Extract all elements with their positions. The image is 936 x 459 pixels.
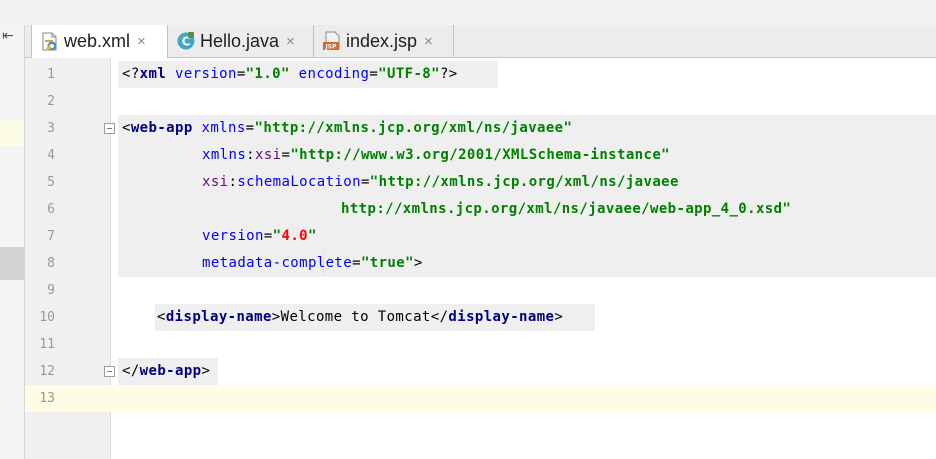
line-number: 3 [47, 121, 55, 136]
line-number: 7 [47, 229, 55, 244]
editor-tab-bar: web.xml × C Hello.java × JSP index.jsp × [25, 25, 936, 58]
title-strip [0, 0, 936, 25]
collapse-panel-icon[interactable]: ⇤ [2, 28, 14, 44]
project-panel-edge: ⇤ [0, 25, 25, 459]
xml-file-icon [40, 32, 60, 52]
tab-hello-java[interactable]: C Hello.java × [168, 25, 314, 57]
panel-highlight [0, 120, 24, 146]
code-line-10: <display-name>Welcome to Tomcat</display… [157, 309, 564, 325]
tab-label: web.xml [64, 31, 131, 51]
close-tab-icon[interactable]: × [424, 33, 433, 50]
line-number: 9 [47, 283, 55, 298]
line-number-gutter[interactable]: 1 2 3 4 5 6 7 8 9 10 11 12 13 [25, 58, 111, 459]
fold-collapse-icon[interactable] [104, 366, 115, 377]
java-class-icon: C [176, 31, 196, 51]
line-number: 2 [47, 94, 55, 109]
line-number: 13 [39, 391, 55, 406]
code-line-4: xmlns:xsi="http://www.w3.org/2001/XMLSch… [202, 147, 670, 163]
code-line-7: version="4.0" [202, 228, 317, 244]
fold-collapse-icon[interactable] [104, 123, 115, 134]
line-number: 4 [47, 148, 55, 163]
code-editor[interactable]: <?xml version="1.0" encoding="UTF-8"?> <… [104, 58, 936, 459]
tab-label: Hello.java [200, 30, 280, 51]
code-line-1: <?xml version="1.0" encoding="UTF-8"?> [122, 66, 458, 82]
close-tab-icon[interactable]: × [286, 33, 295, 50]
panel-selection[interactable] [0, 247, 24, 280]
line-number: 10 [39, 310, 55, 325]
tab-web-xml[interactable]: web.xml × [31, 25, 168, 58]
line-number: 8 [47, 256, 55, 271]
line-number: 12 [39, 364, 55, 379]
code-line-6: http://xmlns.jcp.org/xml/ns/javaee/web-a… [341, 201, 792, 217]
close-tab-icon[interactable]: × [137, 33, 146, 50]
jsp-file-icon: JSP [322, 31, 342, 51]
code-line-5: xsi:schemaLocation="http://xmlns.jcp.org… [202, 174, 679, 190]
svg-text:JSP: JSP [325, 44, 338, 51]
line-number: 11 [39, 337, 55, 352]
line-number: 1 [47, 67, 55, 82]
current-line-highlight [111, 385, 936, 412]
code-line-8: metadata-complete="true"> [202, 255, 423, 271]
tab-label: index.jsp [346, 30, 418, 51]
line-number: 5 [47, 175, 55, 190]
tab-index-jsp[interactable]: JSP index.jsp × [314, 25, 454, 57]
code-line-3: <web-app xmlns="http://xmlns.jcp.org/xml… [122, 120, 573, 136]
code-line-12: </web-app> [122, 363, 211, 379]
line-number: 6 [47, 202, 55, 217]
